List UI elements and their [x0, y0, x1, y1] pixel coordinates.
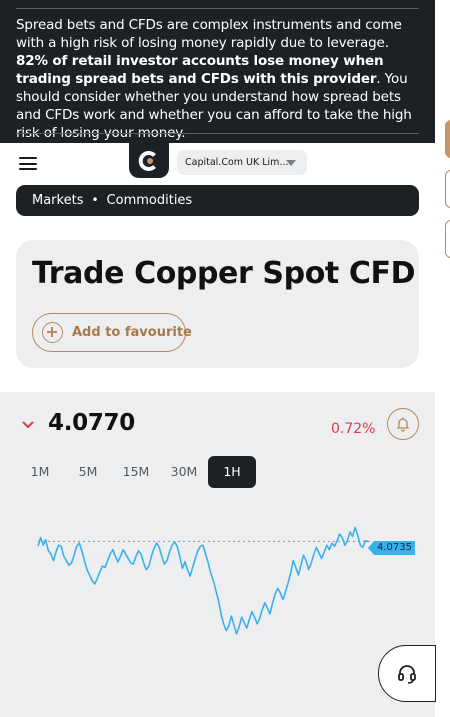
page: Spread bets and CFDs are complex instrum…	[0, 0, 435, 717]
chevron-down-icon	[22, 421, 34, 429]
add-to-favourite-label: Add to favourite	[72, 325, 192, 340]
entity-selector-label: Capital.Com UK Lim...	[185, 157, 289, 168]
support-chat-button[interactable]	[378, 645, 436, 702]
price-series-line	[37, 526, 369, 635]
headset-icon	[398, 664, 416, 684]
timeframe-5m[interactable]: 5M	[72, 456, 104, 488]
page-title: Trade Copper Spot CFD	[32, 256, 416, 291]
plus-circle-icon	[42, 322, 63, 343]
side-tab-tertiary[interactable]	[445, 220, 450, 258]
risk-warning-text-start: Spread bets and CFDs are complex instrum…	[16, 17, 402, 51]
timeframe-30m[interactable]: 30M	[166, 456, 202, 488]
timeframe-1m[interactable]: 1M	[24, 456, 56, 488]
breadcrumb-commodities[interactable]: Commodities	[107, 193, 193, 208]
risk-warning-text: Spread bets and CFDs are complex instrum…	[16, 16, 420, 142]
risk-warning-banner: Spread bets and CFDs are complex instrum…	[0, 0, 435, 143]
menu-icon[interactable]	[19, 157, 37, 170]
instrument-card: Trade Copper Spot CFD Add to favourite	[16, 240, 419, 368]
logo-icon	[138, 150, 156, 171]
site-header: Capital.Com UK Lim...	[0, 143, 435, 184]
price-change: 0.72%	[331, 421, 376, 437]
capital-com-logo[interactable]	[129, 143, 169, 178]
breadcrumb-markets[interactable]: Markets	[32, 193, 83, 208]
caret-down-icon	[286, 160, 296, 166]
divider	[16, 133, 419, 134]
current-price: 4.0770	[48, 410, 135, 436]
price-alert-button[interactable]	[387, 408, 419, 440]
breadcrumb-separator: •	[91, 193, 99, 207]
last-price-tag: 4.0735	[368, 541, 415, 555]
side-tab-primary[interactable]	[445, 120, 450, 158]
divider	[16, 8, 419, 9]
side-tab-secondary[interactable]	[445, 170, 450, 208]
timeframe-15m[interactable]: 15M	[118, 456, 154, 488]
price-chart-panel: 4.0770 0.72% 1M 5M 15M 30M 1H 4.0735	[0, 392, 435, 717]
entity-selector[interactable]: Capital.Com UK Lim...	[177, 150, 307, 175]
bell-icon	[396, 417, 410, 432]
add-to-favourite-button[interactable]: Add to favourite	[32, 313, 192, 352]
breadcrumb: Markets • Commodities	[16, 185, 419, 216]
price-chart[interactable]	[0, 502, 435, 702]
risk-warning-text-bold: 82% of retail investor accounts lose mon…	[16, 53, 384, 87]
timeframe-1h[interactable]: 1H	[208, 456, 256, 488]
